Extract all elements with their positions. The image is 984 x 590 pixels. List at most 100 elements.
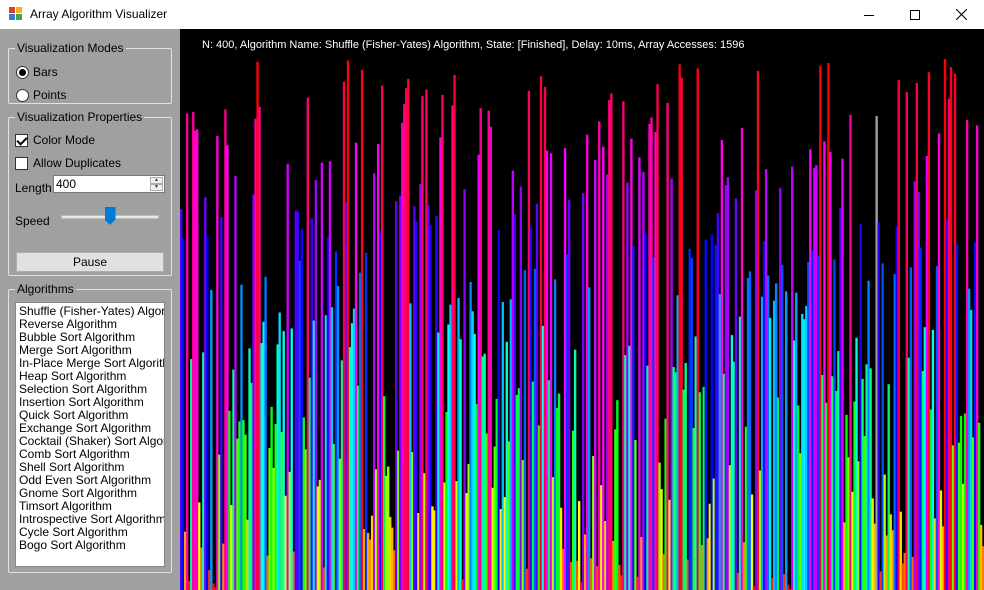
array-bar — [823, 141, 826, 590]
array-bar — [694, 336, 697, 590]
array-bar — [467, 463, 470, 590]
array-bar — [748, 271, 752, 590]
visualization-canvas: N: 400, Algorithm Name: Shuffle (Fisher-… — [180, 29, 984, 590]
array-bar — [449, 304, 452, 590]
array-bar — [819, 65, 822, 590]
array-bar — [937, 133, 941, 590]
array-bar — [845, 414, 848, 590]
allow-duplicates-checkbox[interactable]: Allow Duplicates — [15, 155, 121, 171]
array-bar — [411, 451, 414, 590]
array-bar — [579, 582, 583, 590]
array-bar — [242, 420, 245, 590]
array-bar — [815, 165, 818, 590]
array-bar — [364, 252, 368, 590]
array-bar — [927, 72, 931, 590]
array-bar — [833, 259, 836, 590]
array-bar — [801, 313, 804, 590]
array-bar — [867, 280, 870, 590]
close-button[interactable] — [938, 0, 984, 29]
array-bar — [636, 576, 639, 590]
array-bar — [378, 231, 382, 590]
array-bar — [650, 117, 653, 590]
array-bar — [744, 426, 748, 590]
array-bar — [720, 139, 724, 590]
array-bar — [553, 279, 557, 590]
array-bar — [752, 586, 756, 590]
array-bar — [821, 374, 824, 590]
array-bar — [254, 118, 257, 590]
array-bar — [975, 125, 979, 590]
algorithm-list-item[interactable]: Bogo Sort Algorithm — [19, 539, 164, 552]
array-bar — [877, 222, 880, 590]
pause-button[interactable]: Pause — [16, 252, 164, 272]
array-bar — [959, 416, 963, 590]
array-bar — [638, 157, 641, 590]
algorithm-listbox[interactable]: Shuffle (Fisher-Yates) AlgorithmReverse … — [15, 302, 165, 567]
array-bar — [758, 470, 762, 590]
array-bar — [376, 143, 380, 590]
array-bar — [774, 283, 778, 590]
length-up-arrow-icon[interactable]: ▲ — [150, 177, 163, 184]
array-bar — [182, 238, 185, 590]
array-bar — [939, 490, 943, 590]
mode-bars-radio[interactable]: Bars — [16, 64, 58, 80]
array-bar — [350, 323, 354, 590]
array-bar — [322, 567, 326, 590]
array-bar — [218, 454, 221, 590]
array-bar — [274, 424, 277, 590]
array-bar — [391, 527, 394, 590]
array-bar — [582, 193, 585, 590]
array-bar — [272, 467, 275, 590]
array-bar — [537, 425, 541, 590]
array-bar — [768, 317, 772, 590]
array-bar — [672, 366, 675, 590]
minimize-button[interactable] — [846, 0, 892, 29]
array-bar — [491, 487, 494, 590]
array-bar — [688, 248, 691, 590]
speed-slider-thumb[interactable] — [104, 207, 116, 225]
array-bar — [714, 244, 718, 590]
length-stepper[interactable]: ▲ ▼ — [53, 175, 165, 193]
maximize-button[interactable] — [892, 0, 938, 29]
array-bar — [437, 332, 440, 590]
array-bar — [563, 147, 567, 590]
array-bar — [690, 258, 693, 590]
array-bar — [805, 305, 808, 590]
array-bar — [911, 556, 914, 590]
array-bar — [610, 93, 613, 590]
array-bar — [481, 356, 484, 590]
array-bar — [809, 149, 812, 590]
array-bar — [600, 485, 603, 590]
array-bar — [847, 457, 850, 590]
array-bar — [547, 380, 551, 590]
array-bar — [336, 286, 340, 590]
color-mode-checkbox[interactable]: Color Mode — [15, 132, 95, 148]
array-bar — [791, 166, 794, 590]
array-bar — [785, 291, 788, 590]
length-label: Length — [15, 181, 52, 195]
array-bar — [360, 69, 364, 590]
array-bar — [473, 333, 476, 590]
array-bar — [596, 566, 599, 590]
array-bar — [314, 179, 318, 590]
array-bar — [200, 547, 203, 590]
array-bar — [588, 287, 591, 590]
array-bar — [533, 268, 537, 590]
array-bar — [368, 539, 372, 590]
array-bar — [260, 343, 263, 590]
array-bar — [618, 564, 621, 590]
array-bar — [427, 205, 430, 590]
array-bar — [479, 108, 482, 590]
array-bar — [304, 449, 307, 590]
array-bar — [421, 96, 424, 590]
length-input[interactable] — [56, 177, 148, 191]
visualization-properties-legend: Visualization Properties — [15, 110, 145, 124]
array-bar — [513, 214, 517, 590]
array-bar — [680, 77, 683, 590]
array-bar — [889, 514, 892, 590]
array-bar — [945, 219, 949, 590]
array-bar — [346, 60, 350, 590]
array-bar — [326, 236, 330, 590]
mode-points-radio[interactable]: Points — [16, 87, 66, 103]
length-down-arrow-icon[interactable]: ▼ — [150, 184, 163, 191]
